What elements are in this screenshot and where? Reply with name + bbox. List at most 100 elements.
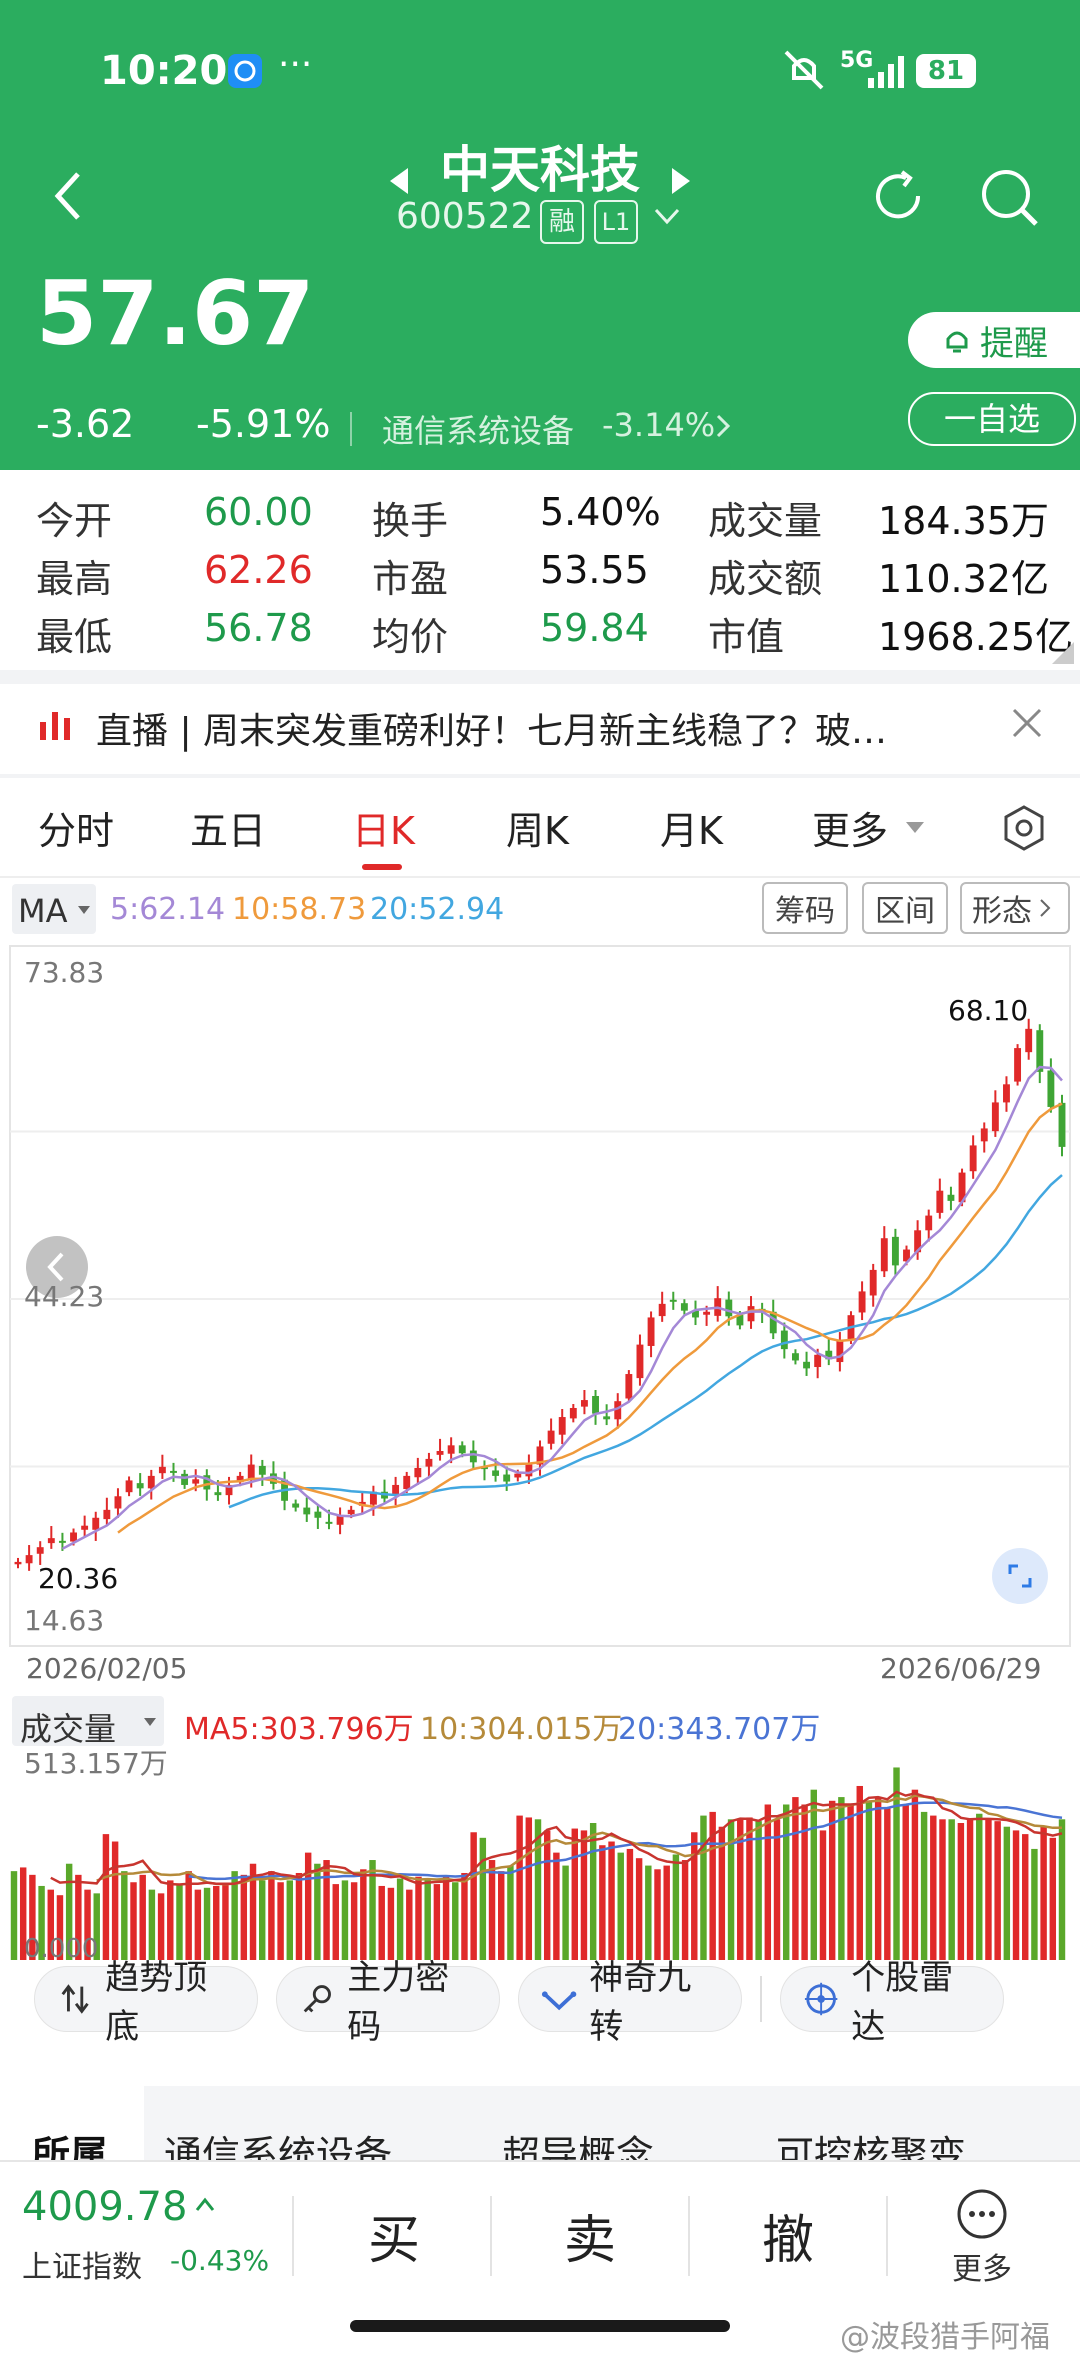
candle-body: [558, 1417, 566, 1435]
close-icon[interactable]: [1010, 706, 1044, 744]
candle-body: [170, 1470, 177, 1473]
sector-change[interactable]: -3.14%: [602, 406, 715, 444]
volume-bar: [461, 1872, 468, 1960]
tab-weekly-k[interactable]: 周K: [506, 800, 569, 855]
tab-monthly-k[interactable]: 月K: [660, 800, 723, 855]
price-change: -3.62: [36, 402, 135, 446]
tab-daily-k[interactable]: 日K: [352, 800, 415, 855]
chart-fullscreen-button[interactable]: [992, 1548, 1048, 1604]
alert-button[interactable]: 提醒: [908, 312, 1080, 368]
chevron-right-icon[interactable]: [714, 412, 732, 444]
candle-body: [25, 1555, 33, 1564]
buy-button[interactable]: 买: [368, 2198, 420, 2273]
candle-body: [92, 1517, 100, 1530]
refresh-icon[interactable]: [868, 166, 928, 230]
volume-selector[interactable]: 成交量: [12, 1696, 164, 1748]
main-force-code-button[interactable]: 主力密码: [276, 1958, 500, 2047]
ma-selector-label: MA: [18, 892, 68, 930]
candle-body: [325, 1521, 333, 1524]
sell-button[interactable]: 卖: [564, 2198, 616, 2273]
candle-body: [603, 1416, 611, 1420]
ma-selector[interactable]: MA: [12, 884, 96, 934]
chevron-down-icon[interactable]: [652, 204, 682, 232]
volume-bar: [681, 1860, 689, 1960]
tab-more[interactable]: 更多: [812, 800, 888, 855]
candlestick-chart[interactable]: [0, 944, 1080, 1650]
tab-intraday[interactable]: 分时: [38, 800, 114, 855]
candle-body: [891, 1236, 899, 1266]
candle-body: [725, 1299, 733, 1317]
candle-body: [414, 1467, 422, 1478]
mute-icon: [780, 48, 828, 96]
trend-top-bottom-button[interactable]: 趋势顶底: [34, 1958, 258, 2047]
volume-bar: [304, 1852, 312, 1960]
candle-body: [125, 1480, 133, 1493]
volume-bar: [323, 1860, 330, 1960]
next-stock-icon[interactable]: [668, 166, 692, 200]
volume-ma10: 10:304.015万: [420, 1712, 623, 1747]
range-button[interactable]: 区间: [862, 882, 948, 934]
candle-body: [625, 1374, 633, 1399]
expand-corner-icon[interactable]: [1052, 642, 1074, 664]
news-banner[interactable]: 直播 | 周末突发重磅利好！七月新主线稳了？玻…: [0, 684, 1080, 774]
chart-settings-icon[interactable]: [1000, 804, 1048, 856]
search-icon[interactable]: [978, 166, 1042, 234]
volume-bar: [10, 1871, 18, 1960]
volume-bar: [378, 1885, 385, 1960]
status-time: 10:20: [100, 48, 228, 94]
volume-bar: [1022, 1834, 1029, 1960]
volume-bar: [672, 1854, 680, 1960]
candle-body: [114, 1496, 122, 1509]
stat-value: 53.55: [540, 548, 649, 592]
candle-body: [1058, 1102, 1066, 1147]
candle-body: [425, 1458, 433, 1467]
more-icon[interactable]: [956, 2188, 1008, 2244]
y-axis-min: 14.63: [24, 1604, 105, 1637]
tool-label: 神奇九转: [589, 1958, 692, 2047]
cancel-order-button[interactable]: 撤: [762, 2198, 814, 2273]
more-label[interactable]: 更多: [952, 2244, 1012, 2288]
volume-bar: [543, 1830, 551, 1960]
stat-label: 换手: [372, 499, 449, 543]
volume-bar: [222, 1884, 229, 1960]
watermark: @波段猎手阿福: [840, 2320, 1050, 2355]
volume-bar: [663, 1865, 670, 1960]
chart-scroll-left-button[interactable]: [26, 1236, 88, 1298]
margin-tag: 融: [540, 200, 584, 244]
candle-body: [580, 1400, 588, 1407]
stat-value: 60.00: [204, 490, 313, 534]
volume-bar: [847, 1804, 854, 1960]
candle-body: [636, 1344, 644, 1379]
stat-label: 市盈: [372, 557, 449, 601]
volume-bar: [488, 1860, 496, 1960]
candle-body: [647, 1317, 655, 1346]
tool-label: 主力密码: [347, 1958, 450, 2047]
volume-bar: [654, 1869, 661, 1960]
volume-bar: [819, 1830, 827, 1960]
nine-turn-icon: [541, 1991, 577, 2011]
volume-bar: [930, 1815, 937, 1960]
prev-stock-icon[interactable]: [388, 166, 412, 200]
volume-bar: [240, 1874, 248, 1960]
related-sectors-strip: 所属 通信系统设备 超导概念 可控核聚变: [0, 2086, 1080, 2166]
stock-radar-button[interactable]: 个股雷达: [780, 1958, 1004, 2047]
pattern-button[interactable]: 形态: [960, 882, 1070, 934]
candle-body: [669, 1299, 677, 1302]
index-value[interactable]: 4009.78: [22, 2184, 187, 2230]
volume-chart[interactable]: [0, 1760, 1080, 1970]
tab-five-day[interactable]: 五日: [190, 800, 266, 855]
add-watchlist-button[interactable]: 一自选: [908, 392, 1076, 446]
volume-bar: [562, 1865, 569, 1960]
magic-nine-button[interactable]: 神奇九转: [518, 1958, 742, 2047]
stat-value: 59.84: [540, 606, 649, 650]
candle-body: [36, 1547, 44, 1554]
candle-body: [192, 1479, 200, 1484]
volume-bar: [507, 1865, 514, 1960]
back-icon[interactable]: [48, 166, 88, 230]
chip-distribution-button[interactable]: 筹码: [762, 882, 848, 934]
volume-bar: [920, 1811, 928, 1960]
volume-bar: [801, 1804, 808, 1960]
home-indicator[interactable]: [350, 2320, 730, 2332]
volume-bar: [691, 1832, 698, 1960]
sector-name[interactable]: 通信系统设备: [382, 406, 574, 452]
